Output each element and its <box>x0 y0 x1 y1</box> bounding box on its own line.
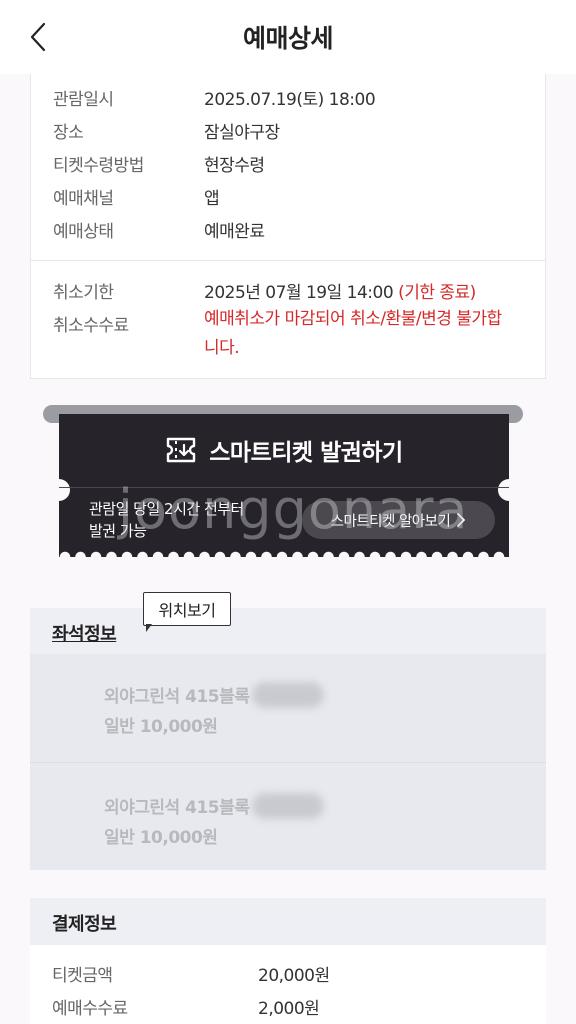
cancel-fee-notice-line2: 니다. <box>204 338 240 358</box>
info-label-channel: 예매채널 <box>53 189 114 209</box>
blurred-seat-number <box>252 793 324 819</box>
cancel-fee-label: 취소수수료 <box>53 316 129 336</box>
info-value-channel: 앱 <box>204 189 220 209</box>
cancel-deadline-value: 2025년 07월 19일 14:00 (기한 종료) <box>204 278 476 303</box>
seat-item-price: 일반 10,000원 <box>104 828 218 848</box>
issue-smart-ticket-button[interactable]: 스마트티켓 발권하기 <box>59 432 509 468</box>
ticket-amount-label: 티켓금액 <box>52 966 113 986</box>
cancel-deadline-expired-note: (기한 종료) <box>398 283 476 303</box>
cancel-fee-notice: 예매취소가 마감되어 취소/환불/변경 불가합 니다. <box>204 305 502 363</box>
cancel-deadline-date: 2025년 07월 19일 14:00 <box>204 283 394 303</box>
info-label-viewing-datetime: 관람일시 <box>53 90 114 110</box>
page-title: 예매상세 <box>242 24 334 53</box>
view-location-tooltip[interactable]: 위치보기 <box>143 592 231 626</box>
smart-ticket-title: 스마트티켓 발권하기 <box>209 440 403 466</box>
smart-ticket-availability-note: 관람일 당일 2시간 전부터 발권 가능 <box>89 500 244 540</box>
chevron-left-icon <box>30 22 46 52</box>
cancel-deadline-label: 취소기한 <box>53 283 114 303</box>
payment-info-header: 결제정보 <box>30 898 546 945</box>
info-value-status: 예매완료 <box>204 222 265 242</box>
cancel-fee-notice-line1: 예매취소가 마감되어 취소/환불/변경 불가합 <box>204 309 502 329</box>
seat-info-header: 좌석정보 <box>30 608 546 654</box>
info-value-viewing-datetime: 2025.07.19(토) 18:00 <box>204 90 376 110</box>
back-button[interactable] <box>22 20 54 54</box>
smart-ticket-guide-label: 스마트티켓 알아보기 <box>330 513 451 530</box>
payment-info-title: 결제정보 <box>52 914 117 935</box>
booking-info-card: 관람일시 2025.07.19(토) 18:00 장소 잠실야구장 티켓수령방법… <box>30 74 546 379</box>
ticket-amount-value: 20,000원 <box>258 966 330 986</box>
seat-item-price: 일반 10,000원 <box>104 717 218 737</box>
booking-fee-value: 2,000원 <box>258 999 320 1019</box>
header: 예매상세 <box>0 0 576 74</box>
smart-ticket-guide-button[interactable]: 스마트티켓 알아보기 <box>302 501 495 539</box>
blurred-seat-number <box>252 682 324 708</box>
seat-item: 외야그린석 415블록 일반 10,000원 <box>30 762 546 870</box>
info-label-venue: 장소 <box>53 123 84 143</box>
seat-info-section: 좌석정보 외야그린석 415블록 일반 10,000원 외야그린석 415블록 … <box>30 608 546 870</box>
info-value-venue: 잠실야구장 <box>204 123 280 143</box>
info-label-ticket-pickup: 티켓수령방법 <box>53 156 144 176</box>
booking-detail-page: 예매상세 관람일시 2025.07.19(토) 18:00 장소 잠실야구장 티… <box>0 0 576 1024</box>
seat-item-zone: 외야그린석 415블록 <box>104 798 250 818</box>
smart-ticket-card[interactable]: 스마트티켓 발권하기 관람일 당일 2시간 전부터 발권 가능 스마트티켓 알아… <box>48 414 520 563</box>
info-label-status: 예매상태 <box>53 222 114 242</box>
seat-item: 외야그린석 415블록 일반 10,000원 <box>30 654 546 762</box>
info-value-ticket-pickup: 현장수령 <box>204 156 265 176</box>
ticket-download-icon <box>167 437 196 463</box>
seat-info-title[interactable]: 좌석정보 <box>52 620 117 646</box>
chevron-right-icon <box>457 513 466 527</box>
seat-item-zone: 외야그린석 415블록 <box>104 687 250 707</box>
divider <box>31 260 545 261</box>
booking-fee-label: 예매수수료 <box>52 999 128 1019</box>
payment-info-section: 결제정보 티켓금액 20,000원 예매수수료 2,000원 <box>30 898 546 1024</box>
